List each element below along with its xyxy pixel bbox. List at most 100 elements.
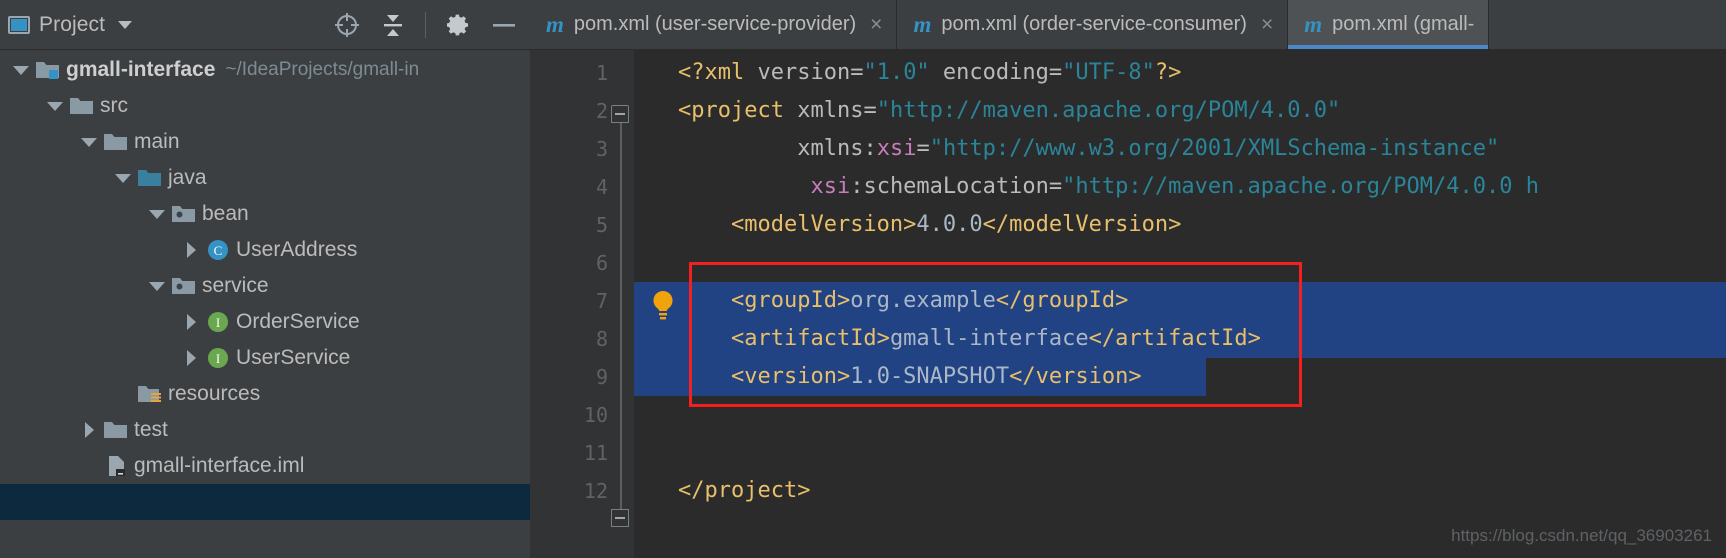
tree-node-resources[interactable]: resources <box>0 376 530 412</box>
code-line-1[interactable]: <?xml version="1.0" encoding="UTF-8"?> <box>634 54 1726 92</box>
code-token: :schemaLocation= <box>850 174 1063 199</box>
tree-node-main[interactable]: main <box>0 124 530 160</box>
intention-bulb-icon[interactable] <box>648 290 678 324</box>
code-token: <project <box>678 98 798 123</box>
code-line-5[interactable]: <modelVersion>4.0.0</modelVersion> <box>634 206 1726 244</box>
line-number-gutter: 1 2 3 4 5 6 7 8 9 10 11 12 <box>530 50 634 558</box>
tree-node-java[interactable]: java <box>0 160 530 196</box>
tree-node-service[interactable]: service <box>0 268 530 304</box>
collapse-all-icon[interactable] <box>379 11 407 39</box>
chevron-right-icon[interactable] <box>178 314 204 330</box>
package-folder-icon <box>170 203 198 225</box>
editor-tab-0[interactable]: m pom.xml (user-service-provider) × <box>530 0 898 49</box>
maven-m-icon: m <box>913 11 932 37</box>
resources-folder-icon <box>136 383 164 405</box>
code-token: = <box>916 136 930 161</box>
project-tree[interactable]: gmall-interface ~/IdeaProjects/gmall-in s… <box>0 50 530 558</box>
code-token: "http://maven.apache.org/POM/4.0.0 h <box>1062 174 1539 199</box>
watermark-text: https://blog.csdn.net/qq_36903261 <box>1451 526 1712 545</box>
tree-node-gmall-interface[interactable]: gmall-interface ~/IdeaProjects/gmall-in <box>0 52 530 88</box>
code-folding-column[interactable] <box>608 54 634 558</box>
code-token: "UTF-8" <box>1062 60 1155 85</box>
code-token: org.example <box>850 288 996 313</box>
fold-region-line <box>620 114 622 518</box>
close-icon[interactable]: × <box>1261 13 1273 37</box>
code-line-7[interactable]: <groupId>org.example</groupId> <box>634 282 1726 320</box>
project-panel-header: Project <box>0 0 530 50</box>
chevron-down-icon[interactable] <box>42 101 68 111</box>
tree-node-label: bean <box>202 202 249 225</box>
editor-tab-2[interactable]: m pom.xml (gmall- <box>1288 0 1490 49</box>
chevron-right-icon[interactable] <box>178 350 204 366</box>
tree-node-bean[interactable]: bean <box>0 196 530 232</box>
chevron-down-icon[interactable] <box>110 173 136 183</box>
tree-node-label: main <box>134 130 180 153</box>
svg-text:I: I <box>216 315 220 330</box>
editor-tab-1[interactable]: m pom.xml (order-service-consumer) × <box>897 0 1289 49</box>
tree-node-label: test <box>134 418 168 441</box>
tree-node-userservice[interactable]: I UserService <box>0 340 530 376</box>
code-token: gmall-interface <box>889 326 1089 351</box>
folder-icon <box>68 95 96 117</box>
tree-node-useraddress[interactable]: C UserAddress <box>0 232 530 268</box>
project-panel-title-group[interactable]: Project <box>8 12 133 37</box>
fold-collapse-icon-close[interactable] <box>611 509 629 527</box>
code-token: 1.0-SNAPSHOT <box>850 364 1010 389</box>
module-folder-icon <box>34 59 62 81</box>
project-window-icon <box>8 15 30 34</box>
code-line-3[interactable]: xmlns:xsi="http://www.w3.org/2001/XMLSch… <box>634 130 1726 168</box>
code-token: ?> <box>1154 60 1182 85</box>
tree-node-label: OrderService <box>236 310 360 333</box>
tree-node-test[interactable]: test <box>0 412 530 448</box>
code-line-10[interactable] <box>634 396 1726 434</box>
code-editor[interactable]: 1 2 3 4 5 6 7 8 9 10 11 12 <?xml version="1.0" enco… <box>530 50 1726 558</box>
locate-icon[interactable] <box>333 11 361 39</box>
tree-node-label: service <box>202 274 269 297</box>
code-token: </project> <box>678 478 811 503</box>
fold-collapse-icon-open[interactable] <box>611 105 629 123</box>
code-token: <modelVersion> <box>730 212 917 237</box>
chevron-right-icon[interactable] <box>178 242 204 258</box>
code-token: version= <box>757 60 864 85</box>
chevron-down-icon[interactable] <box>8 65 34 75</box>
tree-node-label: src <box>100 94 128 117</box>
code-content[interactable]: <?xml version="1.0" encoding="UTF-8"?> <p… <box>634 50 1726 558</box>
code-token: 4.0.0 <box>916 212 983 237</box>
project-panel-title: Project <box>39 12 106 36</box>
code-line-12[interactable]: </project> <box>634 472 1726 510</box>
tree-node-orderservice[interactable]: I OrderService <box>0 304 530 340</box>
code-line-8[interactable]: <artifactId>gmall-interface</artifactId> <box>634 320 1726 358</box>
gear-icon[interactable] <box>444 11 472 39</box>
chevron-right-icon[interactable] <box>76 422 102 438</box>
code-token: xmlns: <box>797 136 877 161</box>
chevron-down-icon[interactable] <box>118 20 133 29</box>
project-panel-toolbar <box>333 11 518 39</box>
code-line-11[interactable] <box>634 434 1726 472</box>
tree-node-selected[interactable] <box>0 484 530 520</box>
code-token: <groupId> <box>730 288 851 313</box>
close-icon[interactable]: × <box>870 13 882 37</box>
tree-node-label: UserService <box>236 346 351 369</box>
code-line-4[interactable]: xsi:schemaLocation="http://maven.apache.… <box>634 168 1726 206</box>
tree-node-src[interactable]: src <box>0 88 530 124</box>
toolbar-divider <box>425 11 426 38</box>
svg-text:I: I <box>216 351 220 366</box>
code-line-6[interactable] <box>634 244 1726 282</box>
code-token: </modelVersion> <box>982 212 1182 237</box>
editor-tab-label: pom.xml (user-service-provider) <box>573 13 857 35</box>
tree-node-gmall-interface-iml[interactable]: gmall-interface.iml <box>0 448 530 484</box>
tree-node-label: gmall-interface.iml <box>134 454 305 477</box>
maven-m-icon: m <box>546 11 564 37</box>
minimize-icon[interactable] <box>490 11 518 39</box>
chevron-down-icon[interactable] <box>144 281 170 291</box>
chevron-down-icon[interactable] <box>144 209 170 219</box>
code-line-2[interactable]: <project xmlns="http://maven.apache.org/… <box>634 92 1726 130</box>
chevron-down-icon[interactable] <box>76 137 102 147</box>
code-line-9[interactable]: <version>1.0-SNAPSHOT</version> <box>634 358 1726 396</box>
editor-tab-label: pom.xml (gmall- <box>1332 13 1475 35</box>
java-interface-icon: I <box>204 346 232 370</box>
